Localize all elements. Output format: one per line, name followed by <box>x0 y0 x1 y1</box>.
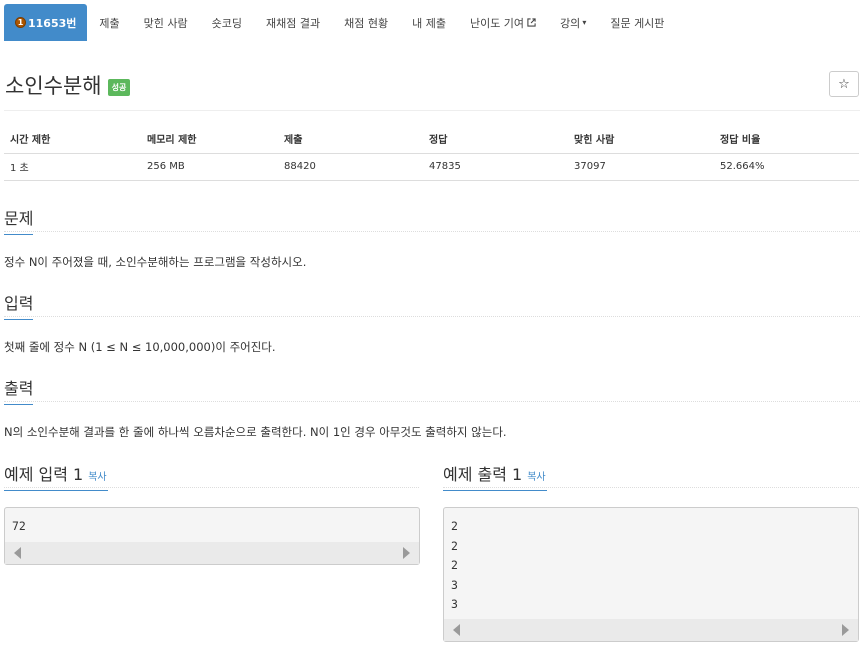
sample-input-content: 72 <box>12 519 26 533</box>
problem-nav-tabs: 1 11653번 제출 맞힌 사람 숏코딩 재채점 결과 채점 현황 내 제출 … <box>4 4 676 41</box>
header-accepted: 정답 <box>423 124 568 154</box>
tab-lectures[interactable]: 강의 ▾ <box>548 4 598 41</box>
status-badge: 성공 <box>107 78 131 96</box>
tab-difficulty-contribution[interactable]: 난이도 기여 <box>458 4 548 41</box>
scroll-right-arrow-icon[interactable] <box>842 624 849 636</box>
tab-solved-users-label: 맞힌 사람 <box>143 16 188 30</box>
favorite-button[interactable]: ☆ <box>829 71 859 97</box>
tab-my-submissions-label: 내 제출 <box>412 16 446 30</box>
tab-judge-status-label: 채점 현황 <box>344 16 389 30</box>
accept-ratio-value: 52.664% <box>714 153 859 181</box>
sample-input-divider <box>4 487 419 488</box>
description-text: 정수 N이 주어졌을 때, 소인수분해하는 프로그램을 작성하시오. <box>4 255 307 269</box>
info-table-header-row: 시간 제한 메모리 제한 제출 정답 맞힌 사람 정답 비율 <box>4 124 859 154</box>
input-text: 첫째 줄에 정수 N (1 ≤ N ≤ 10,000,000)이 주어진다. <box>4 340 276 354</box>
tab-question-board-label: 질문 게시판 <box>610 16 665 30</box>
scroll-left-arrow-icon[interactable] <box>14 547 21 559</box>
sample-output-content: 2 2 2 3 3 <box>451 519 458 611</box>
tab-submit[interactable]: 제출 <box>87 4 131 41</box>
sample-input-box[interactable]: 72 <box>4 507 420 565</box>
tab-short-coding-label: 숏코딩 <box>211 16 242 30</box>
header-time-limit: 시간 제한 <box>4 124 141 154</box>
tab-judge-status[interactable]: 채점 현황 <box>332 4 400 41</box>
input-divider <box>4 316 860 317</box>
problem-title-row: 소인수분해 성공 <box>5 70 131 100</box>
tab-solved-users[interactable]: 맞힌 사람 <box>132 4 200 41</box>
solved-users-value: 37097 <box>568 153 714 181</box>
description-divider <box>4 231 860 232</box>
sample-output-box[interactable]: 2 2 2 3 3 <box>443 507 859 642</box>
output-text: N의 소인수분해 결과를 한 줄에 하나씩 오름차순으로 출력한다. N이 1인… <box>4 425 507 439</box>
sample-output-heading: 예제 출력 1 <box>443 465 523 484</box>
title-divider <box>4 110 860 111</box>
tab-my-submissions[interactable]: 내 제출 <box>400 4 458 41</box>
tab-submit-label: 제출 <box>99 16 120 30</box>
memory-limit-value: 256 MB <box>141 153 278 181</box>
header-solved-users: 맞힌 사람 <box>568 124 714 154</box>
caret-down-icon: ▾ <box>582 18 587 27</box>
header-accept-ratio: 정답 비율 <box>714 124 859 154</box>
sample-input-scrollbar[interactable] <box>5 542 419 564</box>
submissions-value: 88420 <box>278 153 423 181</box>
header-submissions: 제출 <box>278 124 423 154</box>
problem-info-table: 시간 제한 메모리 제한 제출 정답 맞힌 사람 정답 비율 1 초 256 M… <box>4 124 859 181</box>
sample-output-scrollbar[interactable] <box>444 619 858 641</box>
tab-problem-label: 11653번 <box>28 16 77 30</box>
copy-sample-input-link[interactable]: 복사 <box>88 472 106 483</box>
tab-rejudge-results[interactable]: 재채점 결과 <box>254 4 332 41</box>
tab-difficulty-contribution-label: 난이도 기여 <box>469 16 525 30</box>
scroll-right-arrow-icon[interactable] <box>403 547 410 559</box>
sample-input-heading: 예제 입력 1 <box>4 465 84 484</box>
tab-question-board[interactable]: 질문 게시판 <box>598 4 676 41</box>
scroll-left-arrow-icon[interactable] <box>453 624 460 636</box>
sample-output-divider <box>443 487 859 488</box>
star-icon: ☆ <box>838 76 850 92</box>
tab-problem[interactable]: 1 11653번 <box>4 4 88 41</box>
copy-sample-output-link[interactable]: 복사 <box>527 472 545 483</box>
external-link-icon <box>527 18 536 27</box>
problem-title: 소인수분해 <box>5 74 102 98</box>
time-limit-value: 1 초 <box>4 153 141 181</box>
accepted-value: 47835 <box>423 153 568 181</box>
tab-lectures-label: 강의 <box>560 16 581 30</box>
info-table-row: 1 초 256 MB 88420 47835 37097 52.664% <box>4 153 859 181</box>
tab-short-coding[interactable]: 숏코딩 <box>200 4 254 41</box>
header-memory-limit: 메모리 제한 <box>141 124 278 154</box>
tab-rejudge-results-label: 재채점 결과 <box>266 16 321 30</box>
tier-icon: 1 <box>15 17 26 28</box>
output-divider <box>4 401 860 402</box>
